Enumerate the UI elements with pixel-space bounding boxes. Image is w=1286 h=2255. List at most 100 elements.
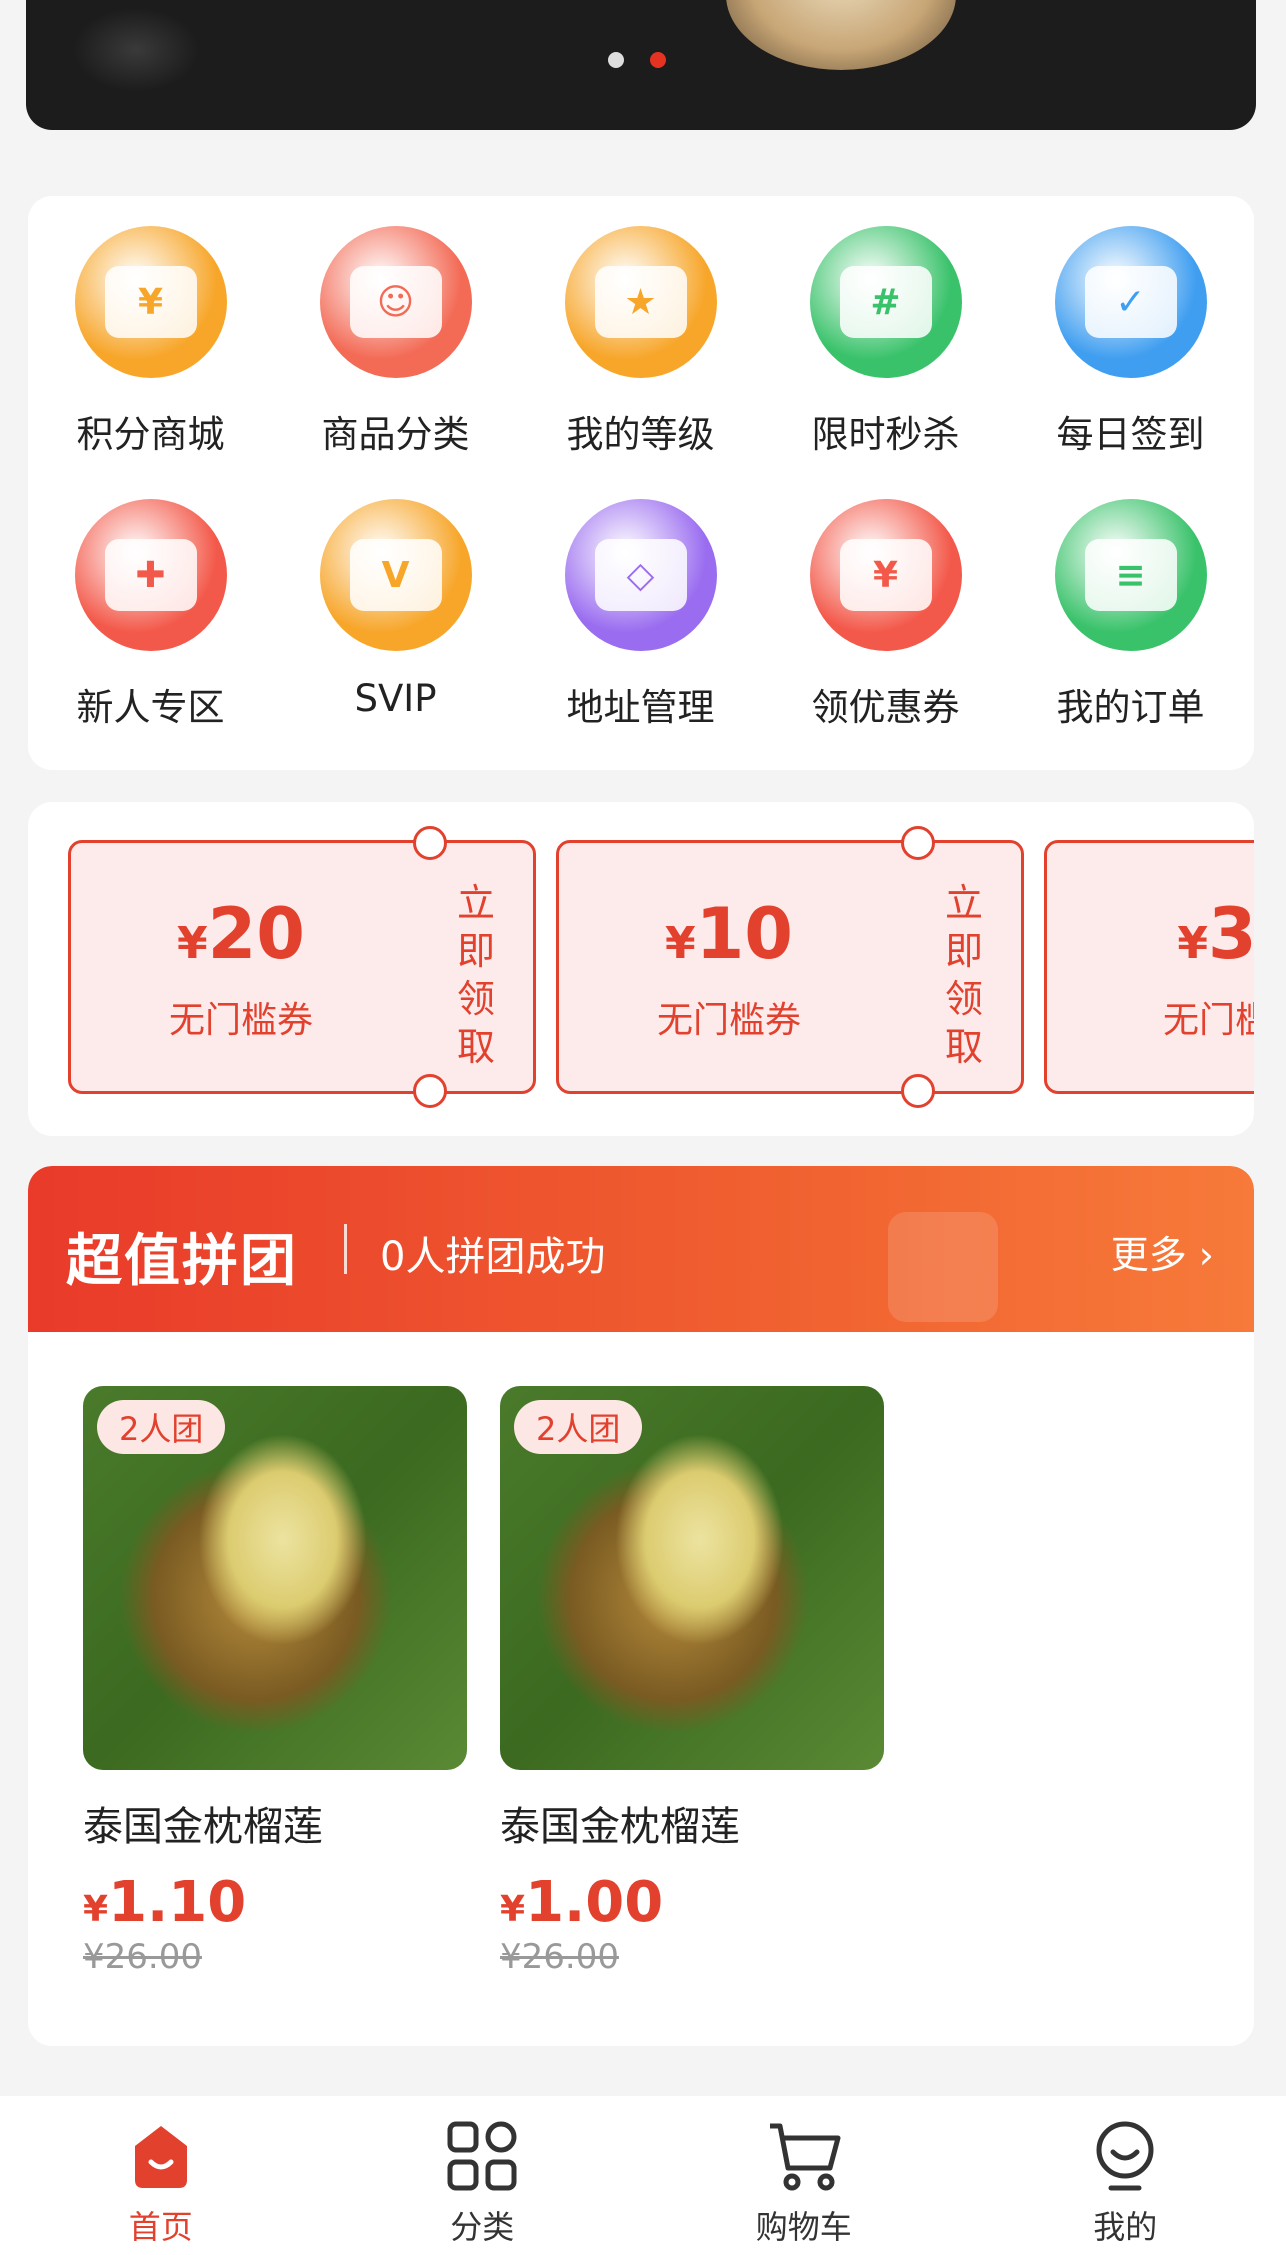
- original-price: ¥26.00: [500, 1937, 619, 1977]
- claim-now-button[interactable]: 立即领取: [441, 879, 511, 1071]
- coupon-notch: [901, 1074, 935, 1108]
- icon-glyph: ≡: [1084, 539, 1177, 611]
- plant-pot-icon: #: [809, 226, 962, 378]
- coupon-ticket[interactable]: ¥3无门槛立即领取: [1044, 840, 1254, 1094]
- cart-icon: [764, 2116, 844, 2196]
- quick-menu-label: 商品分类: [321, 413, 470, 456]
- quick-menu-card: ¥ 积分商城 ☺ 商品分类 ★ 我的等级 # 限时秒杀 ✓ 每日签到 ✚ 新人专区 V SVIP ◇ 地址管理…: [28, 196, 1254, 770]
- icon-glyph: #: [839, 266, 932, 338]
- coupon-card: ¥20 无门槛券 立即领取 ¥10 无门槛券 立即领取 ¥3 无门槛 立即领取: [28, 802, 1254, 1136]
- map-icon: ◇: [564, 499, 717, 651]
- bottom-tab-bar: 首页 分类 购物车 我的: [0, 2096, 1286, 2255]
- product-price: ¥1.00: [500, 1870, 884, 1935]
- tab-label: 购物车: [755, 2208, 852, 2246]
- tab-home[interactable]: 首页: [0, 2096, 322, 2255]
- claim-char: 即: [944, 929, 983, 973]
- product-image[interactable]: 2人团: [500, 1386, 884, 1770]
- group-buy-card: 超值拼团 0人拼团成功 更多 › 2人团 泰国金枕榴莲 ¥1.10 ¥26.00 2人团…: [28, 1166, 1254, 2046]
- icon-glyph: ◇: [594, 539, 687, 611]
- claim-char: 领: [944, 977, 983, 1021]
- quick-menu-grid: ¥ 积分商城 ☺ 商品分类 ★ 我的等级 # 限时秒杀 ✓ 每日签到 ✚ 新人专区 V SVIP ◇ 地址管理…: [28, 226, 1254, 772]
- price-value: 1.00: [525, 1870, 664, 1935]
- group-success-count: 0人拼团成功: [380, 1234, 606, 1280]
- icon-glyph: ✓: [1084, 266, 1177, 338]
- quick-menu-item[interactable]: ✓ 每日签到: [1008, 226, 1253, 499]
- tab-cart[interactable]: 购物车: [643, 2096, 965, 2255]
- quick-menu-item[interactable]: # 限时秒杀: [763, 226, 1008, 499]
- quick-menu-item[interactable]: ☺ 商品分类: [273, 226, 518, 499]
- quick-menu-item[interactable]: ★ 我的等级: [518, 226, 763, 499]
- crown-icon: V: [319, 499, 472, 651]
- coupon-value: 20: [207, 893, 306, 975]
- claim-char: 领: [456, 977, 495, 1021]
- icon-glyph: ★: [594, 266, 687, 338]
- quick-menu-item[interactable]: ≡ 我的订单: [1008, 499, 1253, 772]
- claim-char: 立: [456, 881, 495, 925]
- product-name: 泰国金枕榴莲: [83, 1804, 323, 1850]
- quick-menu-label: 我的订单: [1056, 686, 1205, 729]
- group-size-badge: 2人团: [97, 1400, 226, 1454]
- tab-label: 我的: [1093, 2208, 1158, 2246]
- more-link[interactable]: 更多 ›: [1111, 1224, 1214, 1279]
- tab-category-grid[interactable]: 分类: [322, 2096, 644, 2255]
- tab-profile[interactable]: 我的: [965, 2096, 1286, 2255]
- claim-char: 取: [944, 1025, 983, 1069]
- claim-char: 即: [456, 929, 495, 973]
- quick-menu-item[interactable]: ¥ 领优惠券: [763, 499, 1008, 772]
- carousel-dot[interactable]: [608, 52, 624, 68]
- icon-glyph: ¥: [839, 539, 932, 611]
- quick-menu-label: 领优惠券: [811, 686, 960, 729]
- carousel-dot-active[interactable]: [650, 52, 666, 68]
- currency-symbol: ¥: [83, 1889, 109, 1930]
- currency-symbol: ¥: [1177, 918, 1208, 969]
- product-price: ¥1.10: [83, 1870, 467, 1935]
- quick-menu-label: 每日签到: [1056, 413, 1205, 456]
- coupon-value: 3: [1207, 893, 1254, 975]
- carousel-dots: [608, 52, 666, 68]
- home-icon: [121, 2116, 201, 2196]
- group-buy-header: 超值拼团 0人拼团成功 更多 ›: [28, 1166, 1254, 1332]
- quick-menu-item[interactable]: ✚ 新人专区: [28, 499, 273, 772]
- product-row: 2人团 泰国金枕榴莲 ¥1.10 ¥26.00 2人团 泰国金枕榴莲 ¥1.00 ¥26.00: [83, 1386, 884, 1977]
- trophy-icon: ★: [564, 226, 717, 378]
- product-card[interactable]: 2人团泰国金枕榴莲 ¥1.00 ¥26.00: [500, 1386, 884, 1977]
- coupon-desc: 无门槛: [1162, 1000, 1254, 1041]
- currency-symbol: ¥: [500, 1889, 526, 1930]
- icon-glyph: ☺: [349, 266, 442, 338]
- quick-menu-label: SVIP: [354, 677, 437, 720]
- quick-menu-item[interactable]: ◇ 地址管理: [518, 499, 763, 772]
- shopping-bag-icon: [888, 1212, 998, 1322]
- wallet-icon: ¥: [74, 226, 227, 378]
- product-image[interactable]: 2人团: [83, 1386, 467, 1770]
- coupon-notch: [413, 1074, 447, 1108]
- tab-label: 分类: [450, 2208, 515, 2246]
- gift-icon: ✚: [74, 499, 227, 651]
- coupon-row[interactable]: ¥20 无门槛券 立即领取 ¥10 无门槛券 立即领取 ¥3 无门槛 立即领取: [68, 826, 1254, 1108]
- original-price: ¥26.00: [83, 1937, 202, 1977]
- divider: [344, 1224, 347, 1274]
- receipt-icon: ≡: [1054, 499, 1207, 651]
- quick-menu-item[interactable]: V SVIP: [273, 499, 518, 772]
- coupon-amount: ¥3: [1047, 893, 1254, 975]
- tab-label: 首页: [128, 2208, 193, 2246]
- icon-glyph: ¥: [104, 266, 197, 338]
- claim-now-button[interactable]: 立即领取: [929, 879, 999, 1071]
- coupon-ticket[interactable]: ¥20 无门槛券 立即领取: [68, 826, 536, 1108]
- quick-menu-label: 积分商城: [76, 413, 225, 456]
- product-name: 泰国金枕榴莲: [500, 1804, 740, 1850]
- coupon-notch: [901, 826, 935, 860]
- banner-image: [726, 0, 956, 70]
- coupon-ticket[interactable]: ¥10 无门槛券 立即领取: [556, 826, 1024, 1108]
- coupon-desc: 无门槛券: [168, 1000, 313, 1041]
- quick-menu-label: 限时秒杀: [811, 413, 960, 456]
- currency-symbol: ¥: [664, 918, 696, 969]
- banner-carousel[interactable]: [26, 0, 1256, 130]
- icon-glyph: ✚: [104, 539, 197, 611]
- coupon-amount: ¥20: [71, 893, 411, 975]
- group-buy-title: 超值拼团: [66, 1229, 298, 1294]
- quick-menu-item[interactable]: ¥ 积分商城: [28, 226, 273, 499]
- currency-symbol: ¥: [176, 918, 208, 969]
- claim-char: 立: [944, 881, 983, 925]
- product-card[interactable]: 2人团泰国金枕榴莲 ¥1.10 ¥26.00: [83, 1386, 467, 1977]
- quick-menu-label: 我的等级: [566, 413, 715, 456]
